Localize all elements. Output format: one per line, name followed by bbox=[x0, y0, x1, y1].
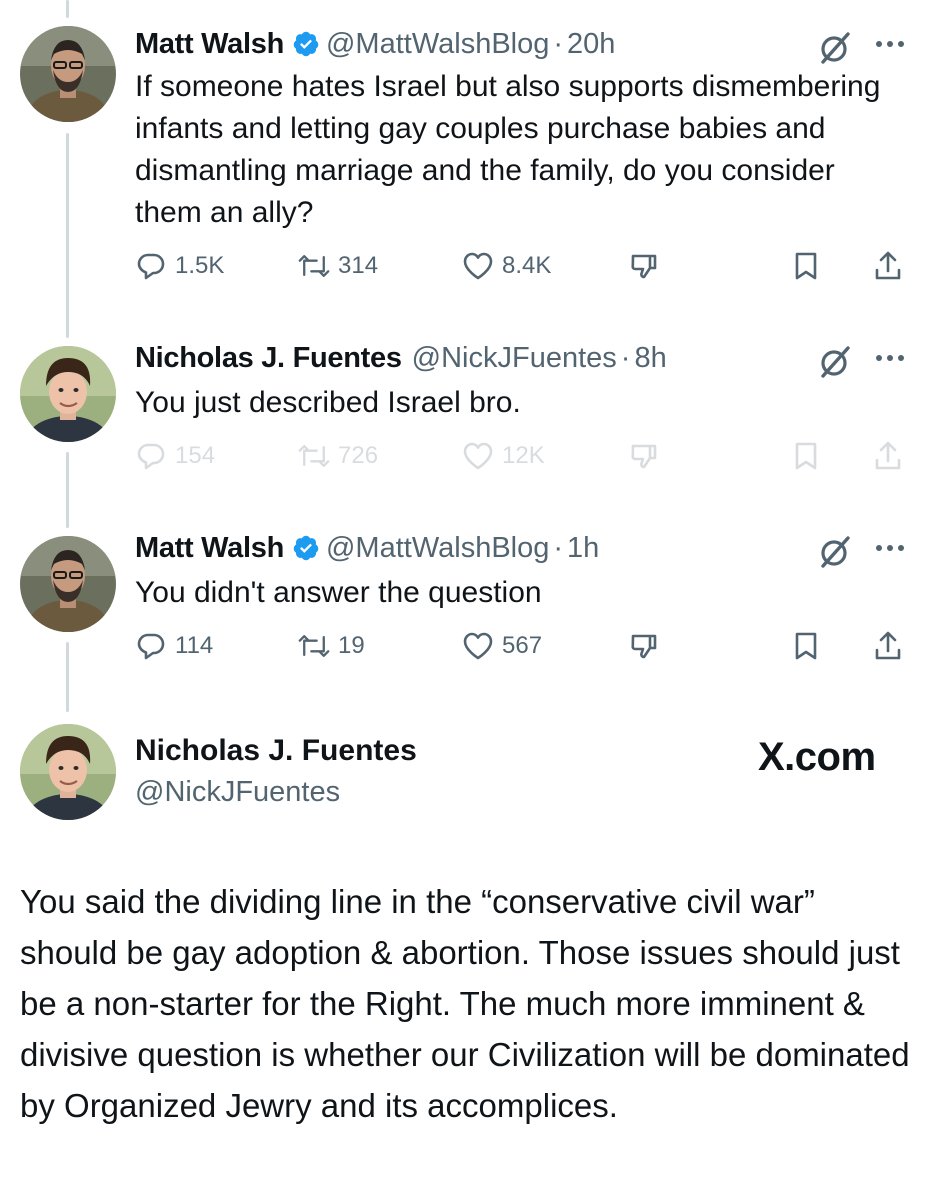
reply-button[interactable]: 1.5K bbox=[135, 250, 224, 282]
display-name[interactable]: Nicholas J. Fuentes bbox=[135, 734, 417, 768]
like-button[interactable]: 8.4K bbox=[462, 250, 551, 282]
share-button[interactable] bbox=[872, 630, 912, 662]
repost-count: 726 bbox=[338, 442, 379, 469]
timestamp[interactable]: 8h bbox=[634, 342, 666, 375]
bookmark-button[interactable] bbox=[790, 630, 830, 662]
tweet-actions: 114 19 567 bbox=[135, 630, 915, 670]
timestamp[interactable]: 20h bbox=[567, 28, 615, 61]
quoted-tweet-text: You said the dividing line in the “conse… bbox=[20, 883, 910, 1124]
reply-count: 1.5K bbox=[175, 252, 225, 279]
repost-count: 314 bbox=[338, 252, 379, 279]
tweet-header: Nicholas J. Fuentes @NickJFuentes · 8h bbox=[135, 338, 667, 378]
tweet-text: If someone hates Israel but also support… bbox=[135, 70, 881, 229]
display-name[interactable]: Matt Walsh bbox=[135, 28, 284, 61]
share-button[interactable] bbox=[872, 250, 912, 282]
bookmark-icon bbox=[795, 442, 817, 470]
thread-line bbox=[66, 0, 69, 18]
like-icon bbox=[463, 252, 493, 280]
repost-count: 19 bbox=[338, 632, 365, 659]
reply-count: 154 bbox=[175, 442, 216, 469]
display-name[interactable]: Nicholas J. Fuentes bbox=[135, 342, 402, 375]
downvote-button[interactable] bbox=[628, 440, 668, 472]
like-button[interactable]: 567 bbox=[462, 630, 542, 662]
grok-icon[interactable] bbox=[817, 30, 853, 66]
tweet[interactable]: Matt Walsh @MattWalshBlog · 20h If someo… bbox=[0, 24, 934, 314]
like-count: 567 bbox=[502, 632, 543, 659]
like-count: 12K bbox=[502, 442, 545, 469]
like-icon bbox=[463, 442, 493, 470]
like-button[interactable]: 12K bbox=[462, 440, 545, 472]
repost-icon bbox=[298, 445, 330, 467]
share-icon bbox=[875, 441, 901, 470]
downvote-icon bbox=[631, 444, 657, 469]
like-count: 8.4K bbox=[502, 252, 552, 279]
avatar[interactable] bbox=[20, 724, 116, 820]
more-icon[interactable] bbox=[870, 342, 910, 372]
downvote-button[interactable] bbox=[628, 630, 668, 662]
separator-dot: · bbox=[620, 341, 631, 374]
tweet-text: You didn't answer the question bbox=[135, 576, 542, 609]
share-button[interactable] bbox=[872, 440, 912, 472]
tweet-header: Matt Walsh @MattWalshBlog · 20h bbox=[135, 24, 615, 64]
bookmark-button[interactable] bbox=[790, 440, 830, 472]
reply-icon bbox=[137, 253, 165, 280]
bookmark-icon bbox=[795, 252, 817, 280]
x-brand-logo: X.com bbox=[758, 735, 876, 779]
more-icon[interactable] bbox=[870, 532, 910, 562]
like-icon bbox=[463, 632, 493, 660]
repost-button[interactable]: 19 bbox=[298, 630, 365, 662]
verified-badge-icon bbox=[292, 30, 320, 58]
handle[interactable]: @NickJFuentes bbox=[135, 776, 340, 809]
handle[interactable]: @MattWalshBlog bbox=[326, 28, 549, 61]
timestamp[interactable]: 1h bbox=[567, 532, 599, 565]
grok-icon[interactable] bbox=[817, 344, 853, 380]
bookmark-button[interactable] bbox=[790, 250, 830, 282]
verified-badge-icon bbox=[292, 534, 320, 562]
handle[interactable]: @MattWalshBlog bbox=[326, 532, 549, 565]
repost-button[interactable]: 726 bbox=[298, 440, 378, 472]
repost-icon bbox=[298, 255, 330, 277]
reply-count: 114 bbox=[175, 632, 214, 659]
separator-dot: · bbox=[553, 27, 564, 60]
share-icon bbox=[875, 251, 901, 280]
avatar[interactable] bbox=[20, 26, 116, 122]
reply-button[interactable]: 154 bbox=[135, 440, 215, 472]
downvote-icon bbox=[631, 254, 657, 279]
reply-button[interactable]: 114 bbox=[135, 630, 213, 662]
tweet[interactable]: Nicholas J. Fuentes @NickJFuentes · 8h Y… bbox=[0, 338, 934, 488]
reply-icon bbox=[137, 443, 165, 470]
downvote-icon bbox=[631, 634, 657, 659]
avatar[interactable] bbox=[20, 536, 116, 632]
display-name[interactable]: Matt Walsh bbox=[135, 532, 284, 565]
handle[interactable]: @NickJFuentes bbox=[412, 342, 617, 375]
tweet-text: You just described Israel bro. bbox=[135, 386, 521, 419]
grok-icon[interactable] bbox=[817, 534, 853, 570]
bookmark-icon bbox=[795, 632, 817, 660]
tweet[interactable]: Matt Walsh @MattWalshBlog · 1h You didn'… bbox=[0, 528, 934, 678]
tweet-actions: 1.5K 314 8.4K bbox=[135, 250, 915, 290]
repost-icon bbox=[298, 635, 330, 657]
share-icon bbox=[875, 631, 901, 660]
avatar[interactable] bbox=[20, 346, 116, 442]
downvote-button[interactable] bbox=[628, 250, 668, 282]
tweet-actions: 154 726 12K bbox=[135, 440, 915, 480]
repost-button[interactable]: 314 bbox=[298, 250, 378, 282]
tweet-header: Matt Walsh @MattWalshBlog · 1h bbox=[135, 528, 599, 568]
reply-icon bbox=[137, 633, 165, 660]
more-icon[interactable] bbox=[870, 28, 910, 58]
separator-dot: · bbox=[553, 531, 564, 564]
